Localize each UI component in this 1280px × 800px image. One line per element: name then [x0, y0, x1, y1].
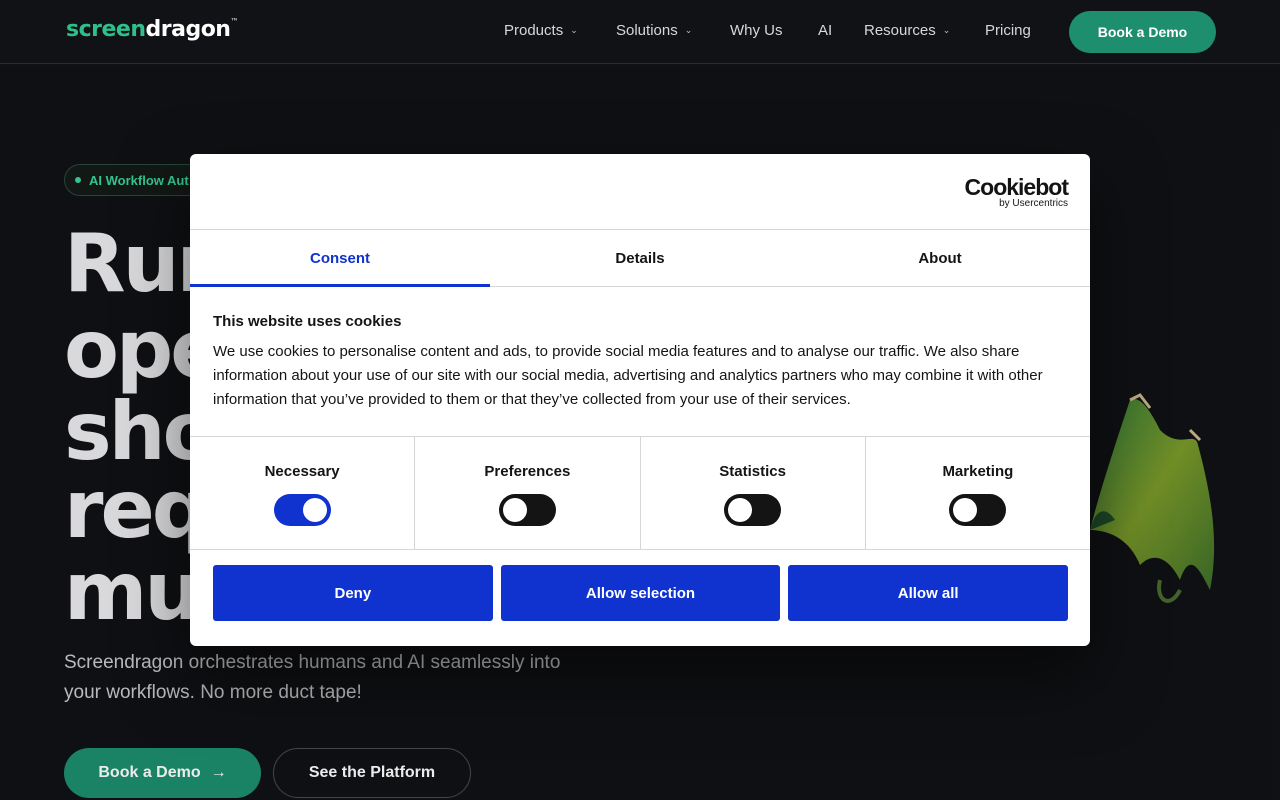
- marketing-toggle[interactable]: [949, 494, 1007, 526]
- nav-label: Why Us: [730, 22, 783, 39]
- dialog-tabs: Consent Details About: [190, 230, 1090, 287]
- category-label: Preferences: [484, 463, 571, 480]
- nav-label: Resources: [864, 22, 936, 39]
- cookie-category-toggles: Necessary Preferences Statistics Marketi…: [190, 437, 1090, 550]
- toggle-knob: [302, 498, 327, 522]
- logo-trademark: ™: [230, 17, 238, 26]
- chevron-down-icon: ⌄: [570, 25, 578, 35]
- category-label: Marketing: [942, 463, 1014, 480]
- cookiebot-logo[interactable]: Cookiebot by Usercentrics: [964, 174, 1069, 210]
- nav-products[interactable]: Products ⌄: [504, 22, 578, 39]
- logo-text-dragon: dragon: [145, 17, 231, 42]
- allow-all-button[interactable]: Allow all: [788, 565, 1069, 621]
- category-label: Statistics: [719, 463, 786, 480]
- nav-label: Pricing: [985, 22, 1031, 39]
- chevron-down-icon: ⌄: [942, 25, 951, 35]
- site-header: screendragon™ Products ⌄ Solutions ⌄ Why…: [0, 0, 1280, 64]
- logo-text-screen: screen: [66, 17, 146, 42]
- toggle-knob: [502, 498, 527, 522]
- tab-consent[interactable]: Consent: [190, 230, 490, 287]
- nav-ai[interactable]: AI: [818, 22, 832, 39]
- category-necessary: Necessary: [190, 437, 416, 549]
- dialog-body: This website uses cookies We use cookies…: [190, 287, 1090, 437]
- nav-why-us[interactable]: Why Us: [730, 22, 783, 39]
- category-preferences: Preferences: [415, 437, 641, 549]
- cookie-consent-dialog: Cookiebot by Usercentrics Consent Detail…: [190, 154, 1090, 646]
- toggle-knob: [953, 498, 978, 522]
- toggle-knob: [728, 498, 753, 522]
- allow-selection-button[interactable]: Allow selection: [500, 565, 781, 621]
- nav-pricing[interactable]: Pricing: [985, 22, 1031, 39]
- tab-about[interactable]: About: [790, 230, 1090, 286]
- nav-solutions[interactable]: Solutions ⌄: [616, 22, 692, 39]
- category-statistics: Statistics: [641, 437, 866, 549]
- dialog-actions: Deny Allow selection Allow all: [190, 550, 1090, 621]
- cookiebot-brand: Cookiebot: [964, 174, 1069, 200]
- chevron-down-icon: ⌄: [684, 25, 693, 35]
- nav-resources[interactable]: Resources ⌄: [864, 22, 950, 39]
- book-demo-header-button[interactable]: Book a Demo: [1069, 11, 1216, 53]
- category-label: Necessary: [264, 463, 340, 480]
- nav-label: Solutions: [616, 22, 678, 39]
- category-marketing: Marketing: [866, 437, 1090, 549]
- nav-label: AI: [818, 22, 833, 39]
- preferences-toggle[interactable]: [498, 494, 556, 526]
- necessary-toggle[interactable]: [273, 494, 331, 526]
- dialog-heading: This website uses cookies: [213, 313, 402, 330]
- screendragon-logo[interactable]: screendragon™: [66, 17, 238, 42]
- nav-label: Products: [504, 22, 564, 39]
- deny-button[interactable]: Deny: [213, 565, 493, 621]
- dialog-header: Cookiebot by Usercentrics: [190, 154, 1090, 230]
- tab-details[interactable]: Details: [490, 230, 790, 286]
- statistics-toggle[interactable]: [724, 494, 782, 526]
- dialog-text: We use cookies to personalise content an…: [213, 343, 1043, 408]
